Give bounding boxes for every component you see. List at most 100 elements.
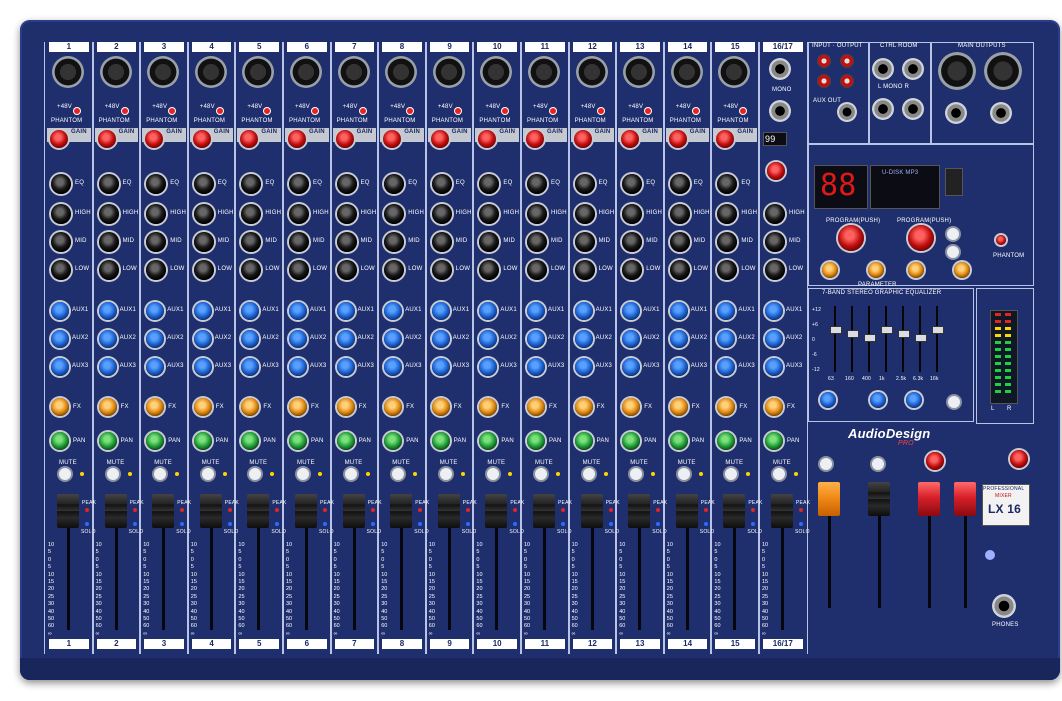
xlr-input-jack[interactable] — [147, 56, 180, 88]
line-input-r-jack[interactable] — [769, 100, 791, 122]
program-knob-1[interactable] — [838, 225, 864, 251]
aux-knob[interactable] — [336, 330, 355, 348]
pan-knob[interactable] — [98, 432, 117, 450]
eq-knob[interactable] — [669, 232, 690, 252]
eq-band-slider[interactable] — [830, 326, 842, 334]
gain-knob[interactable] — [50, 130, 68, 148]
eq-knob[interactable] — [717, 204, 738, 224]
xlr-input-jack[interactable] — [432, 56, 465, 88]
eq-knob[interactable] — [98, 232, 119, 252]
eq-knob[interactable] — [669, 204, 690, 224]
mute-button[interactable] — [582, 468, 595, 480]
eq-knob[interactable] — [431, 260, 452, 280]
eq-knob[interactable] — [479, 232, 500, 252]
aux-knob[interactable] — [431, 302, 450, 320]
pan-knob[interactable] — [479, 432, 498, 450]
aux-knob[interactable] — [193, 330, 212, 348]
fx-knob[interactable] — [622, 398, 641, 416]
main-xlr-r[interactable] — [984, 52, 1022, 90]
eq-knob[interactable] — [336, 204, 357, 224]
aux-knob[interactable] — [289, 302, 307, 320]
xlr-input-jack[interactable] — [670, 56, 703, 88]
eq-knob[interactable] — [336, 174, 357, 194]
xlr-input-jack[interactable] — [718, 56, 751, 88]
aux-knob[interactable] — [717, 358, 736, 376]
ctrl-room-fader[interactable] — [868, 482, 890, 516]
gain-knob[interactable] — [478, 130, 497, 148]
phantom-switch[interactable] — [996, 235, 1006, 245]
xlr-input-jack[interactable] — [528, 56, 560, 88]
xlr-input-jack[interactable] — [385, 56, 418, 88]
aux-knob[interactable] — [479, 302, 498, 320]
aux-knob[interactable] — [336, 358, 355, 376]
xlr-input-jack[interactable] — [623, 56, 656, 88]
eq-knob[interactable] — [51, 232, 71, 252]
channel-fader[interactable] — [152, 494, 175, 528]
aux-knob[interactable] — [574, 358, 593, 376]
aux-knob[interactable] — [765, 302, 783, 320]
channel-fader[interactable] — [723, 494, 746, 528]
fx-knob[interactable] — [384, 398, 403, 416]
aux2-jack[interactable] — [872, 98, 894, 120]
mute-button[interactable] — [773, 468, 785, 480]
param-knob-3[interactable] — [908, 262, 924, 278]
mute-button[interactable] — [154, 468, 167, 480]
aux-knob[interactable] — [622, 302, 641, 320]
main-fader-l[interactable] — [918, 482, 940, 516]
aux-knob[interactable] — [574, 330, 593, 348]
mute-button[interactable] — [297, 468, 309, 480]
gain-knob[interactable] — [767, 162, 785, 180]
pan-knob[interactable] — [431, 432, 450, 450]
pan-knob[interactable] — [384, 432, 403, 450]
param-knob-2[interactable] — [868, 262, 884, 278]
rca-in-l[interactable] — [817, 54, 831, 68]
aux-knob[interactable] — [527, 330, 545, 348]
aux-knob[interactable] — [98, 330, 117, 348]
pan-knob[interactable] — [289, 432, 307, 450]
fx-knob[interactable] — [527, 398, 545, 416]
fx-knob[interactable] — [336, 398, 355, 416]
main-xlr-l[interactable] — [938, 52, 976, 90]
eq-knob[interactable] — [384, 260, 405, 280]
eq-knob[interactable] — [146, 232, 167, 252]
channel-fader[interactable] — [771, 494, 793, 528]
aux-knob[interactable] — [669, 330, 688, 348]
channel-fader[interactable] — [485, 494, 508, 528]
eq-knob[interactable] — [193, 232, 214, 252]
aux-knob[interactable] — [241, 302, 260, 320]
eq-knob[interactable] — [431, 174, 452, 194]
gain-knob[interactable] — [430, 130, 449, 148]
aux-knob[interactable] — [479, 330, 498, 348]
eq-knob[interactable] — [289, 260, 309, 280]
eq-knob[interactable] — [193, 260, 214, 280]
aux-knob[interactable] — [193, 302, 212, 320]
eq-knob[interactable] — [384, 204, 405, 224]
eq-band-slider[interactable] — [881, 326, 893, 334]
main-jack-r[interactable] — [990, 102, 1012, 124]
eq-band-slider[interactable] — [898, 330, 910, 338]
eq-knob[interactable] — [574, 260, 595, 280]
rca-in-r[interactable] — [840, 54, 854, 68]
aux-knob[interactable] — [479, 358, 498, 376]
aux-knob[interactable] — [717, 330, 736, 348]
eq-knob[interactable] — [622, 232, 643, 252]
pan-knob[interactable] — [527, 432, 545, 450]
ctrl-mute-button[interactable] — [872, 458, 884, 470]
ctrl-out-r[interactable] — [902, 58, 924, 80]
phones-jack[interactable] — [992, 594, 1016, 618]
pan-knob[interactable] — [51, 432, 69, 450]
channel-fader[interactable] — [199, 494, 222, 528]
channel-fader[interactable] — [437, 494, 460, 528]
channel-fader[interactable] — [57, 494, 79, 528]
eq-knob[interactable] — [479, 260, 500, 280]
gain-knob[interactable] — [716, 130, 735, 148]
fx-knob[interactable] — [669, 398, 688, 416]
eq-knob[interactable] — [98, 174, 119, 194]
mute-button[interactable] — [106, 468, 119, 480]
rca-out-l[interactable] — [817, 74, 831, 88]
eq-knob[interactable] — [193, 174, 214, 194]
aux-knob[interactable] — [669, 302, 688, 320]
gain-knob[interactable] — [383, 130, 402, 148]
aux-knob[interactable] — [527, 302, 545, 320]
eq-knob[interactable] — [622, 260, 643, 280]
